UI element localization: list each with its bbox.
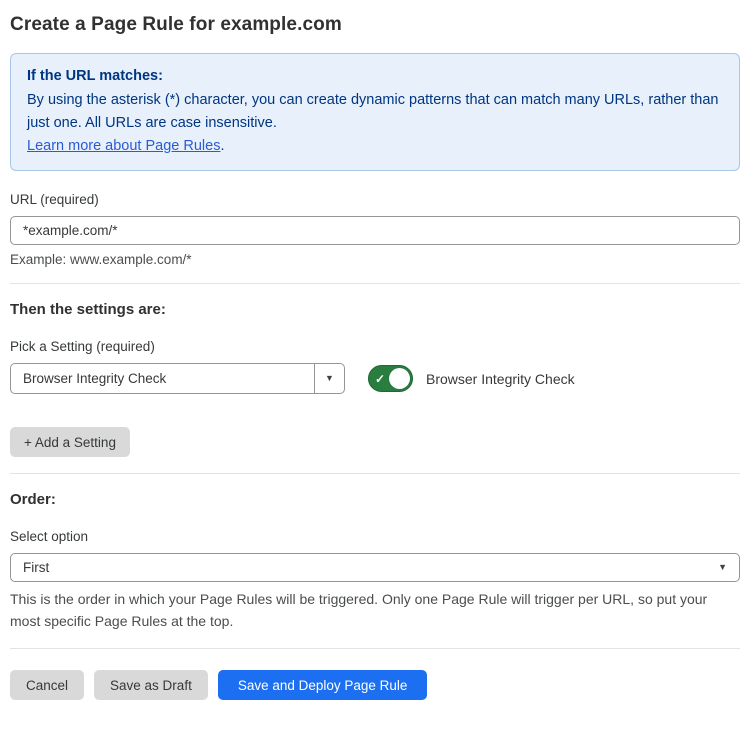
page-title: Create a Page Rule for example.com xyxy=(10,14,740,36)
order-heading: Order: xyxy=(10,491,740,508)
create-page-rule-form: Create a Page Rule for example.com If th… xyxy=(0,14,750,730)
add-setting-button[interactable]: + Add a Setting xyxy=(10,427,130,457)
setting-select-value: Browser Integrity Check xyxy=(11,364,314,393)
save-and-deploy-button[interactable]: Save and Deploy Page Rule xyxy=(218,670,428,700)
link-suffix: . xyxy=(220,138,224,154)
setting-select-arrow-button[interactable]: ▼ xyxy=(314,364,344,393)
toggle-knob xyxy=(389,368,410,389)
save-as-draft-button[interactable]: Save as Draft xyxy=(94,670,208,700)
check-icon: ✓ xyxy=(375,373,385,385)
url-example-text: Example: www.example.com/* xyxy=(10,252,740,267)
chevron-down-icon: ▼ xyxy=(325,374,334,383)
info-box-heading: If the URL matches: xyxy=(27,65,723,88)
setting-select[interactable]: Browser Integrity Check ▼ xyxy=(10,363,345,394)
order-select[interactable]: First ▼ xyxy=(10,553,740,582)
info-box-link-line: Learn more about Page Rules. xyxy=(27,135,723,158)
setting-toggle-label: Browser Integrity Check xyxy=(426,371,575,387)
info-box-body: By using the asterisk (*) character, you… xyxy=(27,89,723,135)
chevron-down-icon: ▼ xyxy=(718,563,727,572)
url-match-info-box: If the URL matches: By using the asteris… xyxy=(10,53,740,171)
order-select-value: First xyxy=(11,554,718,581)
order-helper-text: This is the order in which your Page Rul… xyxy=(10,588,740,632)
setting-row: Browser Integrity Check ▼ ✓ Browser Inte… xyxy=(10,363,740,394)
divider xyxy=(10,473,740,474)
setting-picker-label: Pick a Setting (required) xyxy=(10,339,740,354)
order-select-label: Select option xyxy=(10,529,740,544)
setting-toggle[interactable]: ✓ xyxy=(368,365,413,392)
footer-actions: Cancel Save as Draft Save and Deploy Pag… xyxy=(10,670,740,700)
divider xyxy=(10,648,740,649)
order-select-arrow: ▼ xyxy=(718,554,739,581)
divider xyxy=(10,283,740,284)
url-label: URL (required) xyxy=(10,192,740,207)
learn-more-link[interactable]: Learn more about Page Rules xyxy=(27,138,220,154)
cancel-button[interactable]: Cancel xyxy=(10,670,84,700)
url-input[interactable] xyxy=(10,216,740,245)
settings-heading: Then the settings are: xyxy=(10,301,740,318)
